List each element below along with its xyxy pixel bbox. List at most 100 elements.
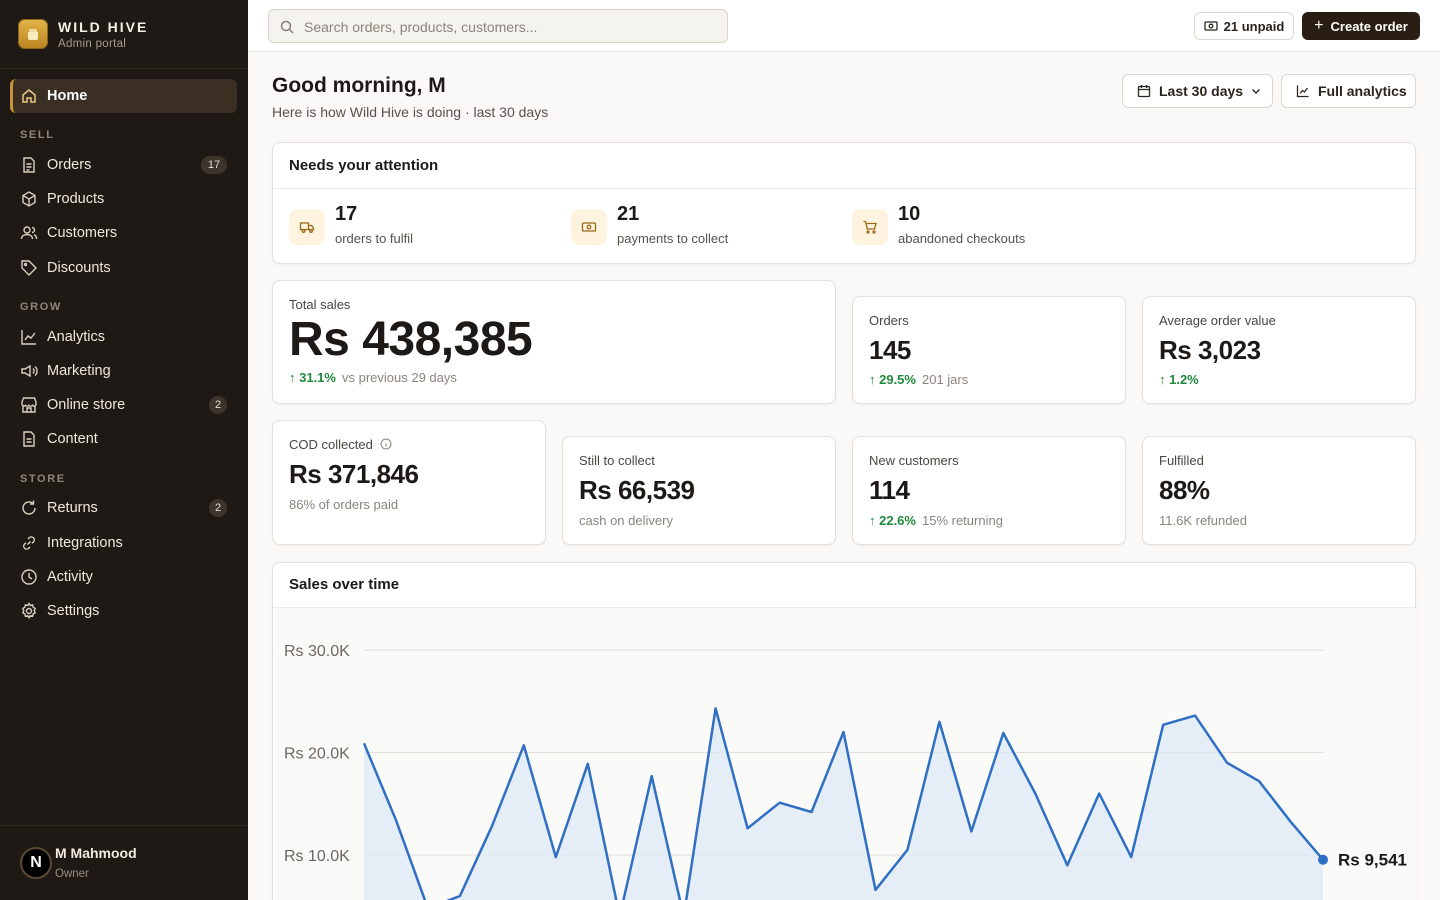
- sidebar-item-settings[interactable]: Settings: [20, 598, 227, 624]
- sidebar-item-products[interactable]: Products: [20, 186, 227, 212]
- page-subtitle: Here is how Wild Hive is doing · last 30…: [272, 104, 549, 120]
- clock-icon: [21, 569, 37, 585]
- kpi-value: Rs 66,539: [579, 475, 695, 505]
- gear-icon: [21, 602, 37, 619]
- y-tick-label: Rs 30.0K: [284, 643, 350, 660]
- kpi-note: cash on delivery: [579, 513, 673, 528]
- kpi-average-order-value[interactable]: Average order value Rs 3,023 ↑ 1.2%: [1142, 296, 1416, 404]
- orders-count-badge: 17: [201, 156, 227, 174]
- sidebar-item-marketing[interactable]: Marketing: [20, 358, 227, 384]
- sidebar-item-analytics[interactable]: Analytics: [20, 324, 227, 350]
- search-icon: [280, 20, 294, 34]
- tag-icon: [21, 260, 37, 276]
- sidebar-item-online-store[interactable]: Online store 2: [20, 392, 227, 418]
- sidebar-item-label: Returns: [47, 500, 98, 516]
- nav-section-grow: GROW: [20, 301, 62, 313]
- kpi-change: ↑ 29.5%: [869, 372, 916, 387]
- attention-label: abandoned checkouts: [898, 231, 1026, 246]
- sidebar-item-label: Online store: [47, 397, 126, 413]
- kpi-value: 114: [869, 475, 910, 505]
- brand-subtitle: Admin portal: [58, 38, 127, 50]
- kpi-note: 201 jars: [921, 372, 969, 387]
- kpi-value: 145: [869, 335, 911, 365]
- storefront-icon: [21, 397, 37, 413]
- kpi-note: 86% of orders paid: [289, 497, 399, 512]
- megaphone-icon: [21, 364, 38, 378]
- calendar-icon: [1137, 85, 1151, 98]
- box-icon: [22, 191, 36, 207]
- kpi-note: vs previous 29 days: [341, 370, 457, 385]
- last-point-marker: [1318, 854, 1328, 865]
- attention-value: 10: [898, 203, 921, 225]
- date-range-dropdown[interactable]: Last 30 days: [1122, 74, 1273, 108]
- user-role: Owner: [55, 868, 89, 880]
- kpi-label-text: COD collected: [289, 437, 373, 452]
- unpaid-button[interactable]: 21 unpaid: [1194, 12, 1294, 40]
- refresh-icon: [22, 500, 36, 515]
- kpi-label: Orders: [869, 313, 909, 328]
- attention-card: Needs your attention 17 orders to fulfil…: [272, 142, 1416, 264]
- sidebar-item-customers[interactable]: Customers: [20, 220, 227, 246]
- kpi-footnote: ↑ 31.1% vs previous 29 days: [289, 370, 457, 385]
- kpi-footnote: ↑ 22.6% 15% returning: [869, 513, 1003, 528]
- kpi-note: 15% returning: [921, 513, 1003, 528]
- sidebar-item-label: Discounts: [47, 260, 111, 276]
- sidebar-item-label: Integrations: [47, 535, 123, 551]
- line-chart-icon: [1296, 85, 1309, 98]
- avatar: N: [20, 847, 52, 879]
- sales-chart: Rs 30.0K Rs 20.0K Rs 10.0K Rs 9,541: [284, 643, 1407, 900]
- attention-label: orders to fulfil: [335, 231, 414, 246]
- sidebar-item-label: Marketing: [47, 363, 111, 379]
- date-range-label: Last 30 days: [1159, 83, 1244, 99]
- sidebar-item-integrations[interactable]: Integrations: [20, 530, 227, 556]
- line-chart-icon: [21, 330, 36, 345]
- chevron-down-icon: [1252, 89, 1261, 94]
- kpi-label: Still to collect: [579, 453, 655, 468]
- kpi-footnote: ↑ 1.2%: [1159, 372, 1205, 387]
- kpi-change: ↑ 22.6%: [869, 513, 916, 528]
- kpi-still-to-collect[interactable]: Still to collect Rs 66,539 cash on deliv…: [562, 436, 836, 545]
- kpi-new-customers[interactable]: New customers 114 ↑ 22.6% 15% returning: [852, 436, 1126, 545]
- sidebar-item-label: Analytics: [47, 329, 106, 345]
- sidebar-item-home[interactable]: Home: [20, 83, 227, 109]
- file-icon: [23, 431, 35, 447]
- sidebar-item-label: Activity: [47, 569, 93, 585]
- sidebar-item-label: Home: [47, 88, 88, 104]
- cash-icon: [1204, 21, 1218, 31]
- attention-title: Needs your attention: [289, 157, 439, 174]
- user-profile[interactable]: N M Mahmood Owner: [0, 825, 248, 900]
- home-icon: [22, 89, 36, 103]
- brand-header: WILD HIVE Admin portal: [0, 0, 248, 69]
- y-tick-label: Rs 10.0K: [284, 848, 350, 865]
- sidebar-item-discounts[interactable]: Discounts: [20, 255, 227, 281]
- kpi-cod-collected[interactable]: COD collected Rs 371,846 86% of orders p…: [272, 420, 546, 545]
- sidebar-item-returns[interactable]: Returns 2: [20, 495, 227, 521]
- sidebar-item-content[interactable]: Content: [20, 426, 227, 452]
- user-name: M Mahmood: [55, 845, 137, 861]
- kpi-change: ↑ 1.2%: [1159, 372, 1199, 387]
- plus-icon: +: [1314, 17, 1324, 34]
- kpi-value: Rs 371,846: [289, 459, 419, 489]
- create-order-button[interactable]: + Create order: [1302, 12, 1420, 40]
- sidebar-item-orders[interactable]: Orders 17: [20, 152, 227, 178]
- attention-value: 21: [617, 203, 640, 225]
- sidebar-item-activity[interactable]: Activity: [20, 564, 227, 590]
- kpi-fulfilled[interactable]: Fulfilled 88% 11.6K refunded: [1142, 436, 1416, 545]
- cash-icon: [571, 209, 607, 245]
- sidebar-item-label: Customers: [47, 225, 118, 241]
- info-icon[interactable]: [380, 438, 392, 450]
- kpi-total-sales[interactable]: Total sales Rs 438,385 ↑ 31.1% vs previou…: [272, 280, 836, 404]
- search-placeholder: Search orders, products, customers...: [304, 19, 538, 35]
- kpi-orders[interactable]: Orders 145 ↑ 29.5% 201 jars: [852, 296, 1126, 404]
- kpi-label: Average order value: [1159, 313, 1276, 328]
- hive-logo-icon: [18, 19, 48, 49]
- sidebar-item-label: Settings: [47, 603, 100, 619]
- page-title: Good morning, M: [272, 74, 446, 97]
- kpi-label: Total sales: [289, 297, 351, 312]
- link-icon: [23, 536, 35, 550]
- brand-name: WILD HIVE: [58, 19, 149, 35]
- kpi-note: 11.6K refunded: [1159, 513, 1247, 528]
- search-input[interactable]: Search orders, products, customers...: [268, 9, 728, 43]
- full-analytics-button[interactable]: Full analytics: [1281, 74, 1416, 108]
- cart-icon: [852, 209, 888, 245]
